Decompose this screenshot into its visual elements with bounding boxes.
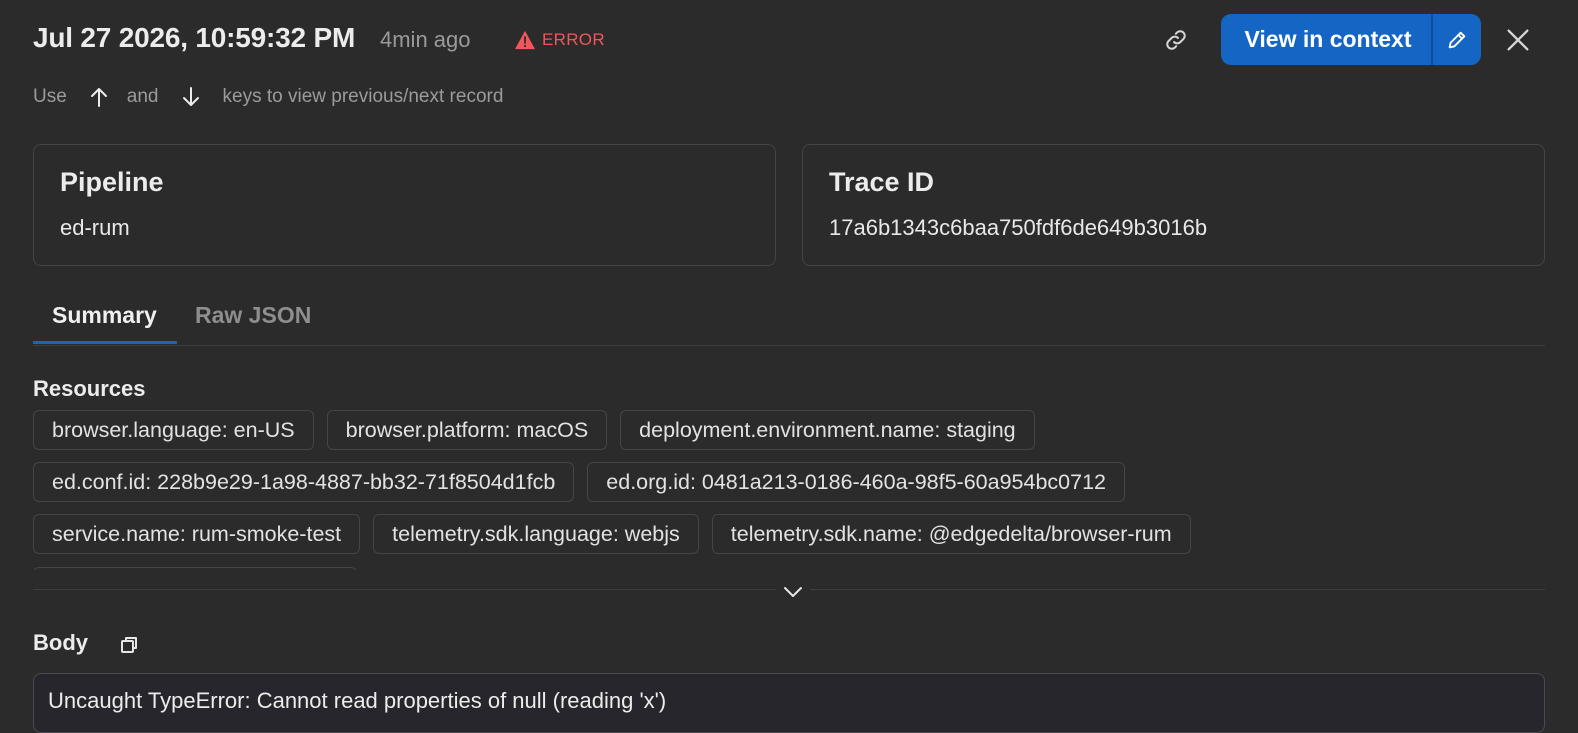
active-tab-indicator <box>33 341 177 344</box>
severity-badge: ERROR <box>514 30 605 50</box>
arrow-up-icon <box>90 88 107 107</box>
severity-label: ERROR <box>542 30 605 49</box>
pipeline-card: Pipeline ed-rum <box>33 144 776 266</box>
hint-and: and <box>126 86 159 107</box>
arrow-down-icon <box>182 87 199 106</box>
copy-icon <box>121 637 137 653</box>
close-button[interactable] <box>1500 22 1536 58</box>
relative-time: 4min ago <box>380 27 471 52</box>
resource-chip-truncated <box>33 567 357 570</box>
resources-title: Resources <box>33 376 146 401</box>
pipeline-label: Pipeline <box>60 167 164 197</box>
link-icon <box>1166 30 1186 50</box>
pencil-icon <box>1448 31 1466 48</box>
copy-link-button[interactable] <box>1160 24 1192 56</box>
copy-body-button[interactable] <box>117 633 141 657</box>
resources-list: browser.language: en-US browser.platform… <box>33 410 1545 570</box>
body-content[interactable]: Uncaught TypeError: Cannot read properti… <box>33 673 1545 733</box>
tab-raw-json[interactable]: Raw JSON <box>195 302 311 329</box>
hint-use: Use <box>33 86 67 107</box>
view-in-context-group: View in context <box>1221 14 1481 65</box>
trace-id-label: Trace ID <box>829 167 935 197</box>
edit-context-button[interactable] <box>1433 14 1481 65</box>
resource-chip[interactable]: ed.org.id: 0481a213-0186-460a-98f5-60a95… <box>587 462 1125 502</box>
resource-chip[interactable]: telemetry.sdk.name: @edgedelta/browser-r… <box>711 514 1191 554</box>
body-title: Body <box>33 630 88 655</box>
hint-suffix: keys to view previous/next record <box>222 86 504 107</box>
resource-row: service.name: rum-smoke-test telemetry.s… <box>33 514 1545 554</box>
expand-resources-button[interactable] <box>776 580 810 604</box>
keyboard-hint: Use and keys to view previous/next recor… <box>33 86 503 108</box>
trace-id-value: 17a6b1343c6baa750fdf6de649b3016b <box>829 215 1208 240</box>
warning-icon <box>515 30 535 50</box>
resource-chip[interactable]: ed.conf.id: 228b9e29-1a98-4887-bb32-71f8… <box>33 462 575 502</box>
pipeline-value: ed-rum <box>60 215 130 240</box>
tab-bar: Summary Raw JSON <box>33 294 1545 346</box>
view-in-context-button[interactable]: View in context <box>1221 14 1431 65</box>
resource-row: ed.conf.id: 228b9e29-1a98-4887-bb32-71f8… <box>33 462 1545 502</box>
resource-chip[interactable]: browser.platform: macOS <box>326 410 608 450</box>
trace-id-card: Trace ID 17a6b1343c6baa750fdf6de649b3016… <box>802 144 1545 266</box>
chevron-down-icon <box>784 587 802 597</box>
resource-chip[interactable]: browser.language: en-US <box>33 410 314 450</box>
resource-chip[interactable]: telemetry.sdk.language: webjs <box>373 514 699 554</box>
body-text: Uncaught TypeError: Cannot read properti… <box>48 688 667 713</box>
record-timestamp: Jul 27 2026, 10:59:32 PM <box>33 22 356 53</box>
close-icon <box>1507 29 1529 51</box>
tab-summary[interactable]: Summary <box>52 302 157 329</box>
resource-row: browser.language: en-US browser.platform… <box>33 410 1545 450</box>
resource-chip[interactable]: deployment.environment.name: staging <box>620 410 1035 450</box>
resource-chip[interactable]: service.name: rum-smoke-test <box>33 514 361 554</box>
